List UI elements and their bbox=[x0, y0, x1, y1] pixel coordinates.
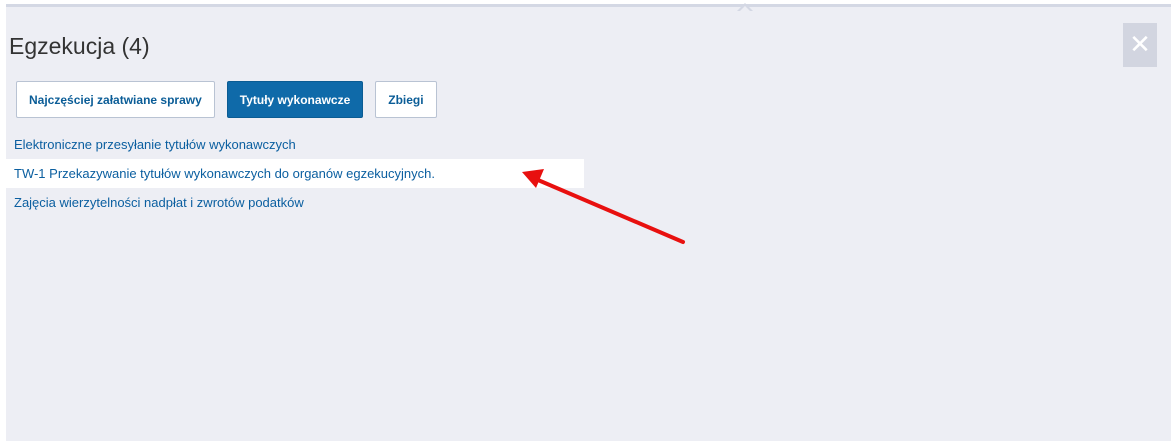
tab-tytuly-wykonawcze[interactable]: Tytuły wykonawcze bbox=[226, 81, 364, 118]
dialog-panel: Egzekucja (4) ✕ Najczęściej załatwiane s… bbox=[6, 3, 1171, 441]
close-icon: ✕ bbox=[1129, 30, 1151, 60]
tab-najczesciej-zalatwiane[interactable]: Najczęściej załatwiane sprawy bbox=[16, 81, 215, 118]
tab-zbiegi[interactable]: Zbiegi bbox=[375, 81, 437, 118]
link-zajecia-wierzytelnosci[interactable]: Zajęcia wierzytelności nadpłat i zwrotów… bbox=[6, 188, 584, 217]
link-elektroniczne-przesylanie[interactable]: Elektroniczne przesyłanie tytułów wykona… bbox=[6, 130, 584, 159]
dialog-title: Egzekucja (4) bbox=[9, 33, 150, 59]
close-button[interactable]: ✕ bbox=[1123, 23, 1157, 67]
tab-bar: Najczęściej załatwiane sprawy Tytuły wyk… bbox=[16, 81, 437, 118]
link-list: Elektroniczne przesyłanie tytułów wykona… bbox=[6, 130, 584, 217]
link-tw1-przekazywanie[interactable]: TW-1 Przekazywanie tytułów wykonawczych … bbox=[6, 159, 584, 188]
